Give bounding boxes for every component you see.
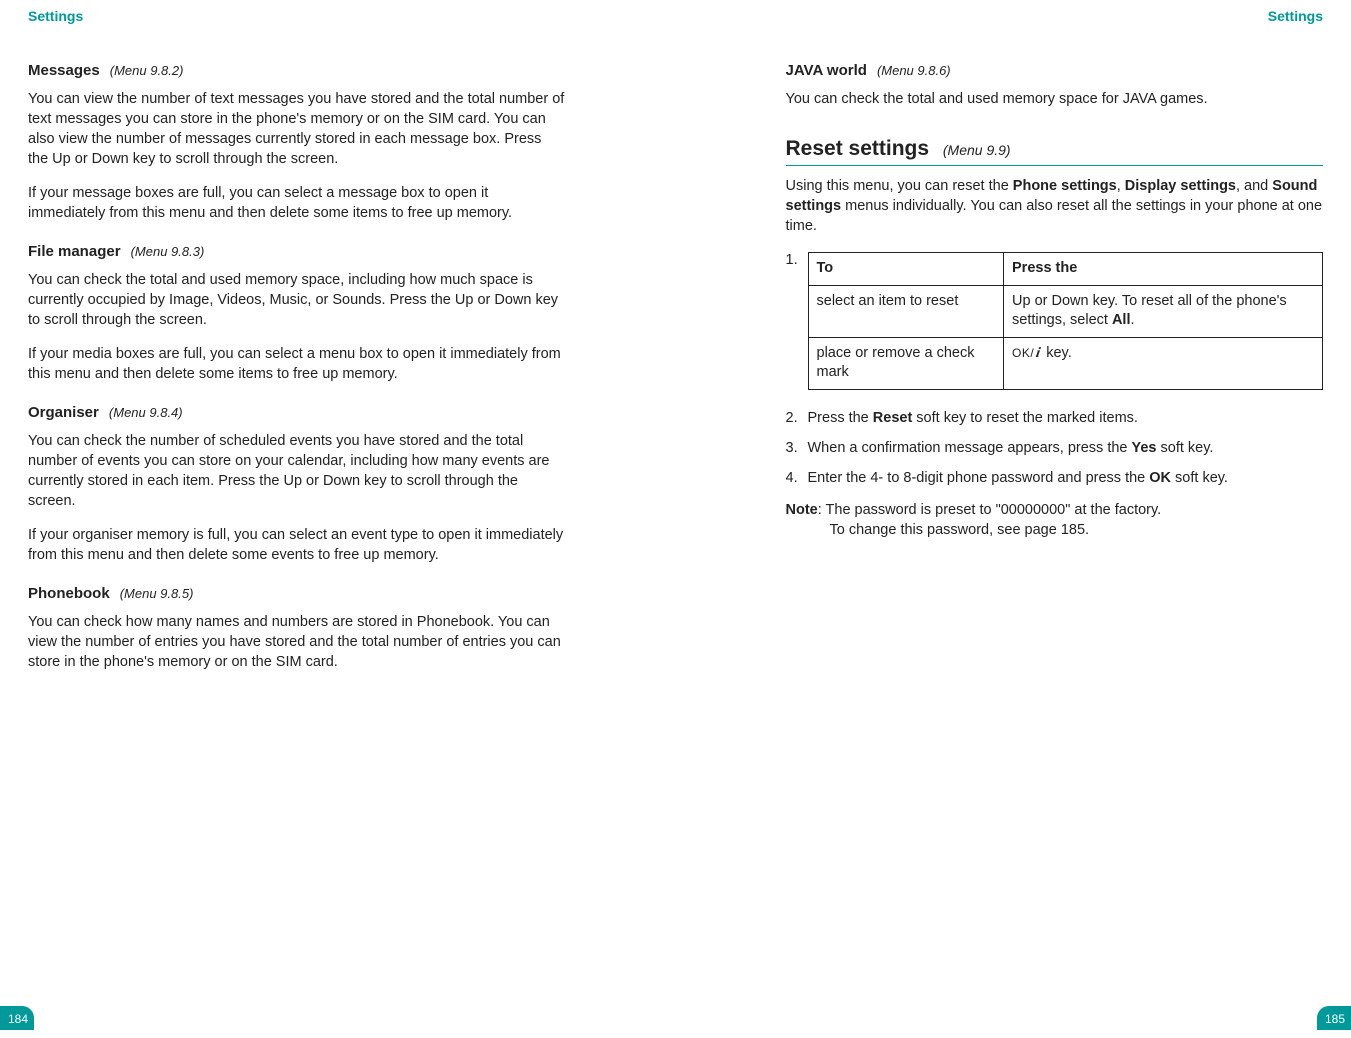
text-run: Press the bbox=[808, 410, 873, 426]
table-row: select an item to reset Up or Down key. … bbox=[808, 285, 1323, 337]
heading-title: JAVA world bbox=[786, 62, 867, 79]
page-number-left: 184 bbox=[0, 1006, 34, 1030]
body-text: If your organiser memory is full, you ca… bbox=[28, 525, 566, 565]
i-key-icon: i bbox=[1034, 344, 1041, 364]
heading-file-manager: File manager (Menu 9.8.3) bbox=[28, 243, 566, 260]
body-text: You can check the total and used memory … bbox=[786, 89, 1324, 109]
note-label: Note bbox=[786, 502, 818, 518]
list-body: Press the Reset soft key to reset the ma… bbox=[808, 408, 1324, 428]
heading-reset-settings: Reset settings (Menu 9.9) bbox=[786, 137, 1324, 166]
text-run: Enter the 4- to 8-digit phone password a… bbox=[808, 470, 1150, 486]
table-header: Press the bbox=[1004, 253, 1323, 286]
heading-phonebook: Phonebook (Menu 9.8.5) bbox=[28, 585, 566, 602]
body-text: If your message boxes are full, you can … bbox=[28, 183, 566, 223]
text-run: soft key. bbox=[1171, 470, 1228, 486]
menu-ref: (Menu 9.8.6) bbox=[877, 63, 951, 78]
page-left: Settings Messages (Menu 9.8.2) You can v… bbox=[0, 0, 676, 1038]
text-run: When a confirmation message appears, pre… bbox=[808, 440, 1132, 456]
table-header: To bbox=[808, 253, 1004, 286]
page-header-right: Settings bbox=[786, 8, 1324, 24]
body-text: Using this menu, you can reset the Phone… bbox=[786, 176, 1324, 236]
body-text: You can check the total and used memory … bbox=[28, 270, 566, 330]
list-number: 4. bbox=[786, 468, 808, 488]
text-bold: Yes bbox=[1132, 440, 1157, 456]
list-body: To Press the select an item to reset Up … bbox=[808, 250, 1324, 390]
list-number: 3. bbox=[786, 438, 808, 458]
heading-organiser: Organiser (Menu 9.8.4) bbox=[28, 404, 566, 421]
menu-ref: (Menu 9.8.3) bbox=[131, 244, 205, 259]
menu-ref: (Menu 9.8.2) bbox=[110, 63, 184, 78]
text-run: Using this menu, you can reset the bbox=[786, 178, 1013, 194]
menu-ref: (Menu 9.9) bbox=[943, 142, 1011, 158]
table-row: place or remove a check mark OK/i key. bbox=[808, 337, 1323, 389]
heading-title: File manager bbox=[28, 243, 121, 260]
page-header-left: Settings bbox=[28, 8, 566, 24]
list-item: 2. Press the Reset soft key to reset the… bbox=[786, 408, 1324, 428]
list-item: 1. To Press the select an item to reset … bbox=[786, 250, 1324, 390]
text-bold: Reset bbox=[873, 410, 913, 426]
text-bold: Phone settings bbox=[1013, 178, 1117, 194]
body-text: You can view the number of text messages… bbox=[28, 89, 566, 169]
table-cell: select an item to reset bbox=[808, 285, 1004, 337]
text-run: soft key. bbox=[1157, 440, 1214, 456]
text-run: The password is preset to "00000000" at … bbox=[826, 502, 1162, 518]
body-text: You can check how many names and numbers… bbox=[28, 612, 566, 672]
list-item: 3. When a confirmation message appears, … bbox=[786, 438, 1324, 458]
table-cell: place or remove a check mark bbox=[808, 337, 1004, 389]
menu-ref: (Menu 9.8.5) bbox=[120, 586, 194, 601]
text-bold: All bbox=[1112, 312, 1131, 328]
ok-key-label: OK/ bbox=[1012, 346, 1034, 360]
table-cell: Up or Down key. To reset all of the phon… bbox=[1004, 285, 1323, 337]
heading-title: Reset settings bbox=[786, 137, 930, 160]
text-run: To change this password, see page 185. bbox=[830, 520, 1162, 540]
heading-messages: Messages (Menu 9.8.2) bbox=[28, 62, 566, 79]
list-item: 4. Enter the 4- to 8-digit phone passwor… bbox=[786, 468, 1324, 488]
text-bold: OK bbox=[1149, 470, 1171, 486]
heading-title: Organiser bbox=[28, 404, 99, 421]
text-run: , and bbox=[1236, 178, 1272, 194]
text-run: soft key to reset the marked items. bbox=[912, 410, 1138, 426]
list-body: When a confirmation message appears, pre… bbox=[808, 438, 1324, 458]
page-number-right: 185 bbox=[1317, 1006, 1351, 1030]
text-run: Up or Down key. To reset all of the phon… bbox=[1012, 293, 1287, 329]
text-run: : bbox=[818, 502, 826, 518]
heading-title: Messages bbox=[28, 62, 100, 79]
heading-java-world: JAVA world (Menu 9.8.6) bbox=[786, 62, 1324, 79]
note-block: Note: The password is preset to "0000000… bbox=[786, 500, 1324, 540]
page-right: Settings JAVA world (Menu 9.8.6) You can… bbox=[676, 0, 1351, 1038]
body-text: You can check the number of scheduled ev… bbox=[28, 431, 566, 511]
list-number: 1. bbox=[786, 250, 808, 390]
table-cell: OK/i key. bbox=[1004, 337, 1323, 389]
list-number: 2. bbox=[786, 408, 808, 428]
text-run: menus individually. You can also reset a… bbox=[786, 198, 1323, 234]
body-text: If your media boxes are full, you can se… bbox=[28, 344, 566, 384]
menu-ref: (Menu 9.8.4) bbox=[109, 405, 183, 420]
text-run: key. bbox=[1042, 345, 1072, 361]
reset-table: To Press the select an item to reset Up … bbox=[808, 252, 1324, 390]
ordered-list: 1. To Press the select an item to reset … bbox=[786, 250, 1324, 488]
heading-title: Phonebook bbox=[28, 585, 110, 602]
text-bold: Display settings bbox=[1125, 178, 1236, 194]
table-row: To Press the bbox=[808, 253, 1323, 286]
list-body: Enter the 4- to 8-digit phone password a… bbox=[808, 468, 1324, 488]
text-run: . bbox=[1130, 312, 1134, 328]
text-run: , bbox=[1117, 178, 1125, 194]
